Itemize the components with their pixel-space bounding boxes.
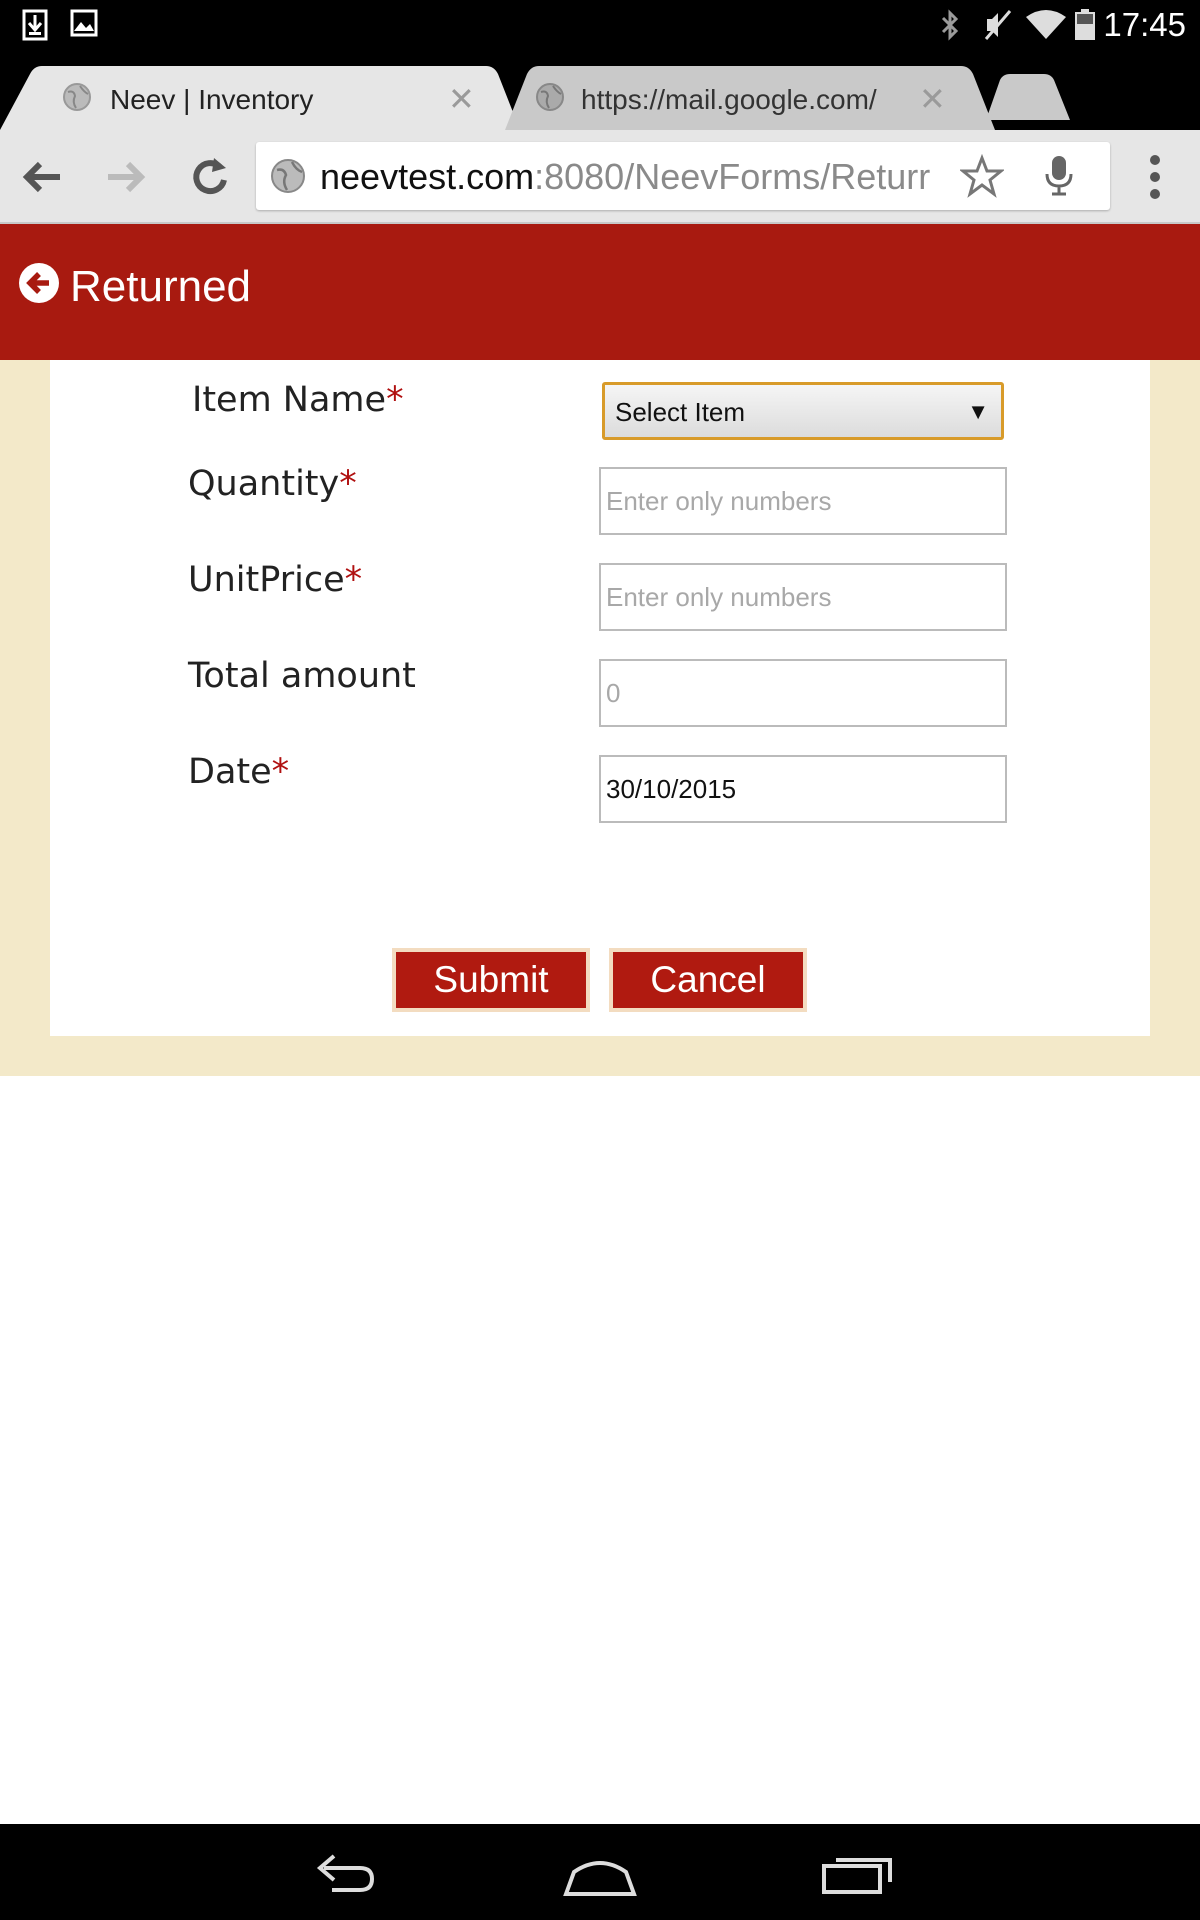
- cancel-button[interactable]: Cancel: [609, 948, 807, 1012]
- unit-price-label: UnitPrice*: [188, 560, 363, 600]
- item-name-label: Item Name*: [192, 380, 404, 420]
- close-icon[interactable]: ✕: [919, 80, 946, 118]
- new-tab-button[interactable]: [986, 66, 1070, 130]
- close-icon[interactable]: ✕: [448, 80, 475, 118]
- globe-icon: [535, 82, 565, 117]
- bluetooth-icon: [938, 9, 962, 46]
- url-path: :8080/NeevForms/Returr: [534, 156, 931, 197]
- address-bar[interactable]: neevtest.com:8080/NeevForms/Returr: [256, 142, 1110, 210]
- navigation-bar: [0, 1824, 1200, 1920]
- url-text[interactable]: neevtest.com:8080/NeevForms/Returr: [320, 156, 940, 198]
- date-input[interactable]: [599, 755, 1007, 823]
- status-time: 17:45: [1103, 6, 1186, 43]
- menu-icon[interactable]: [1140, 152, 1170, 202]
- total-amount-label: Total amount: [188, 656, 416, 696]
- globe-icon: [62, 82, 92, 117]
- dropdown-arrow-icon: ▼: [967, 399, 989, 424]
- image-icon: [70, 9, 98, 42]
- tab-gmail[interactable]: https://mail.google.com/ ✕: [505, 66, 995, 130]
- required-mark: *: [271, 752, 290, 792]
- quantity-label: Quantity*: [188, 464, 357, 504]
- item-select[interactable]: Select Item ▼: [602, 382, 1004, 440]
- required-mark: *: [339, 464, 357, 504]
- home-nav-icon[interactable]: [560, 1842, 640, 1902]
- reload-icon[interactable]: [186, 152, 236, 202]
- wifi-icon: [1026, 9, 1066, 46]
- page-header: Returned: [0, 224, 1200, 360]
- total-amount-input[interactable]: [599, 659, 1007, 727]
- download-icon: [22, 9, 48, 46]
- microphone-icon[interactable]: [1042, 154, 1076, 203]
- tab-neev-inventory[interactable]: Neev | Inventory ✕: [0, 66, 520, 130]
- browser-toolbar: neevtest.com:8080/NeevForms/Returr: [0, 130, 1200, 224]
- back-nav-icon[interactable]: [302, 1842, 382, 1902]
- tab-strip: Neev | Inventory ✕ https://mail.google.c…: [0, 50, 1200, 130]
- mute-icon: [984, 9, 1012, 46]
- required-mark: *: [386, 380, 404, 420]
- battery-icon: [1074, 9, 1096, 46]
- submit-button[interactable]: Submit: [392, 948, 590, 1012]
- recent-apps-icon[interactable]: [818, 1842, 898, 1902]
- tab-title: Neev | Inventory: [110, 84, 314, 115]
- unit-price-input[interactable]: [599, 563, 1007, 631]
- star-icon[interactable]: [958, 153, 1006, 203]
- url-host: neevtest.com: [320, 156, 535, 197]
- date-label: Date*: [188, 752, 290, 792]
- item-select-value: Select Item: [615, 397, 746, 427]
- page-title: Returned: [70, 262, 252, 311]
- forward-icon[interactable]: [100, 152, 150, 202]
- globe-icon: [270, 158, 306, 199]
- status-bar: 17:45: [0, 0, 1200, 50]
- back-arrow-icon[interactable]: [18, 262, 60, 309]
- tab-title: https://mail.google.com/: [581, 84, 877, 115]
- quantity-input[interactable]: [599, 467, 1007, 535]
- required-mark: *: [344, 560, 363, 600]
- back-icon[interactable]: [18, 152, 68, 202]
